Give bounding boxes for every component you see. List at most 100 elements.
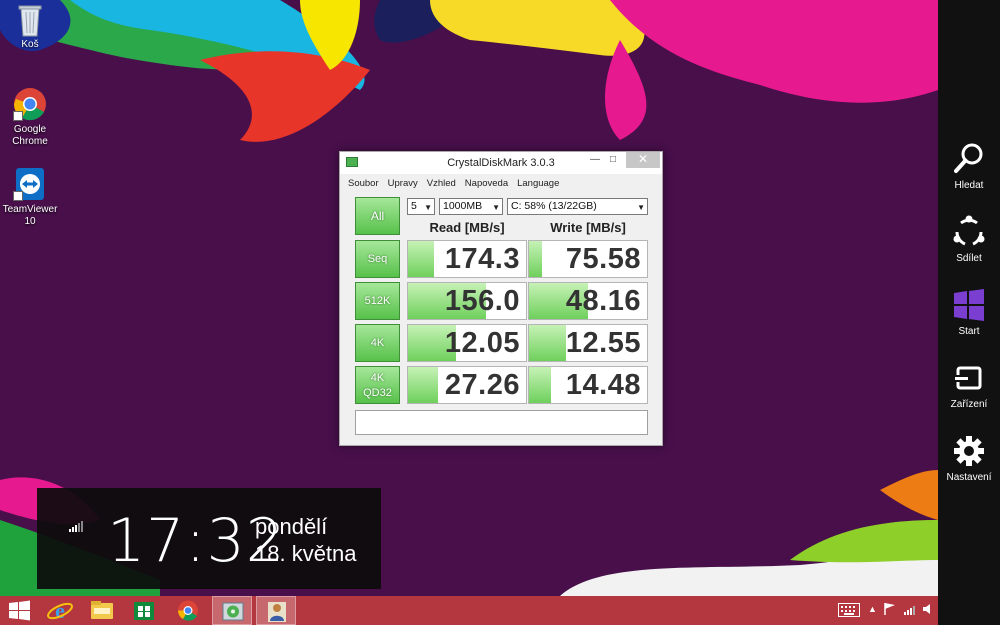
taskbar-internet-explorer[interactable]: e [40,596,80,625]
volume-icon[interactable] [922,602,934,618]
desktop-icon-recycle-bin[interactable]: Koš [0,2,60,51]
seq-write-result: 75.58 [528,240,648,278]
start-button[interactable] [0,596,40,625]
512k-read-value: 156.0 [444,285,520,317]
menu-item-vzhled[interactable]: Vzhled [427,178,456,189]
4k-qd32-read-bar [408,367,438,403]
test-size-select[interactable]: 1000MB ▼ [439,198,503,215]
4k-test-label: 4K [370,337,385,349]
4k-qd32-write-bar [529,367,552,403]
user-icon [268,602,286,622]
charm-search[interactable]: Hledat [938,142,1000,191]
taskbar-store[interactable] [124,596,164,625]
charm-devices-label: Zařízení [950,399,988,410]
crystaldiskmark-icon [222,602,244,621]
clock-overlay: 17:32 pondělí 18. května [37,488,381,589]
charm-share[interactable]: Sdílet [938,215,1000,264]
run-all-button[interactable]: All [355,197,400,235]
4k-read-value: 12.05 [444,327,520,359]
menu-item-language[interactable]: Language [517,178,559,189]
test-count-select[interactable]: 5 ▼ [407,198,435,215]
taskbar-teamviewer[interactable] [256,596,296,625]
devices-icon [955,366,982,390]
desktop-icon-google-chrome[interactable]: Google Chrome [0,87,60,148]
svg-text:e: e [55,598,65,623]
chevron-down-icon: ▼ [492,203,500,212]
share-icon [953,215,985,246]
drive-select[interactable]: C: 58% (13/22GB) ▼ [507,198,648,215]
charm-devices[interactable]: Zařízení [938,361,1000,410]
seq-read-value: 174.3 [444,243,520,275]
comment-field[interactable] [355,410,648,435]
menu-item-soubor[interactable]: Soubor [348,178,379,189]
4k-qd32-read-result: 27.26 [407,366,527,404]
gear-icon [954,436,984,466]
signal-strength-icon [69,521,83,532]
clock-date: 18. května [255,541,357,566]
taskbar-file-explorer[interactable] [82,596,122,625]
512k-test-label: 512K [364,295,391,307]
clock-day: pondělí [255,514,328,539]
test-size-value: 1000MB [443,200,483,212]
chrome-icon [178,600,198,621]
seq-test-label: Seq [367,253,388,265]
store-icon [134,602,154,620]
charm-search-label: Hledat [954,180,984,191]
4k-read-result: 12.05 [407,324,527,362]
seq-test-button[interactable]: Seq [355,240,400,278]
internet-explorer-icon: e [47,598,73,623]
charm-start[interactable]: Start [938,288,1000,337]
seq-write-value: 75.58 [565,243,641,275]
network-signal-icon[interactable] [904,603,916,617]
windows-logo-icon [954,289,984,321]
4k-qd32-write-result: 14.48 [528,366,648,404]
4k-qd32-label-line1: 4K [370,372,385,384]
folder-icon [91,601,113,619]
maximize-button[interactable]: □ [604,152,622,168]
desktop-icon-teamviewer[interactable]: TeamViewer 10 [0,167,60,228]
action-center-flag-icon[interactable] [884,602,896,618]
desktop-icon-label: Koš [21,39,39,50]
seq-write-bar [529,241,542,277]
taskbar-chrome[interactable] [168,596,208,625]
4k-write-value: 12.55 [565,327,641,359]
4k-qd32-test-button[interactable]: 4K QD32 [355,366,400,404]
seq-read-result: 174.3 [407,240,527,278]
window-titlebar[interactable]: CrystalDiskMark 3.0.3 — □ ✕ [340,152,662,174]
4k-write-bar [529,325,566,361]
read-column-header: Read [MB/s] [429,220,505,235]
512k-write-result: 48.16 [528,282,648,320]
4k-qd32-write-value: 14.48 [565,369,641,401]
desktop-icon-label: TeamViewer 10 [2,204,58,227]
test-count-value: 5 [411,200,417,212]
desktop-icon-label: Google Chrome [12,124,48,147]
touch-keyboard-icon[interactable] [838,603,860,619]
charm-share-label: Sdílet [956,253,982,264]
seq-read-bar [408,241,434,277]
4k-qd32-label-line2: QD32 [363,387,392,399]
show-hidden-icons-chevron-icon[interactable]: ▲ [868,604,877,614]
run-all-label: All [370,209,385,223]
charms-bar: Hledat Sdílet Start Zařízení Nastavení [938,0,1000,625]
charm-start-label: Start [958,326,980,337]
menu-item-napoveda[interactable]: Napoveda [465,178,508,189]
chevron-down-icon: ▼ [637,203,645,212]
4k-qd32-read-value: 27.26 [444,369,520,401]
shortcut-arrow-icon [13,111,23,121]
minimize-button[interactable]: — [586,152,604,168]
menu-bar: Soubor Upravy Vzhled Napoveda Language [340,174,662,192]
close-button[interactable]: ✕ [626,152,660,168]
menu-item-upravy[interactable]: Upravy [388,178,418,189]
chevron-down-icon: ▼ [424,203,432,212]
write-column-header: Write [MB/s] [550,220,626,235]
teamviewer-icon [13,167,47,201]
search-icon [954,143,983,173]
512k-test-button[interactable]: 512K [355,282,400,320]
recycle-bin-icon [13,2,47,37]
4k-test-button[interactable]: 4K [355,324,400,362]
charm-settings-label: Nastavení [946,472,992,483]
shortcut-arrow-icon [13,191,23,201]
taskbar-crystaldiskmark[interactable] [212,596,252,625]
4k-write-result: 12.55 [528,324,648,362]
charm-settings[interactable]: Nastavení [938,434,1000,483]
